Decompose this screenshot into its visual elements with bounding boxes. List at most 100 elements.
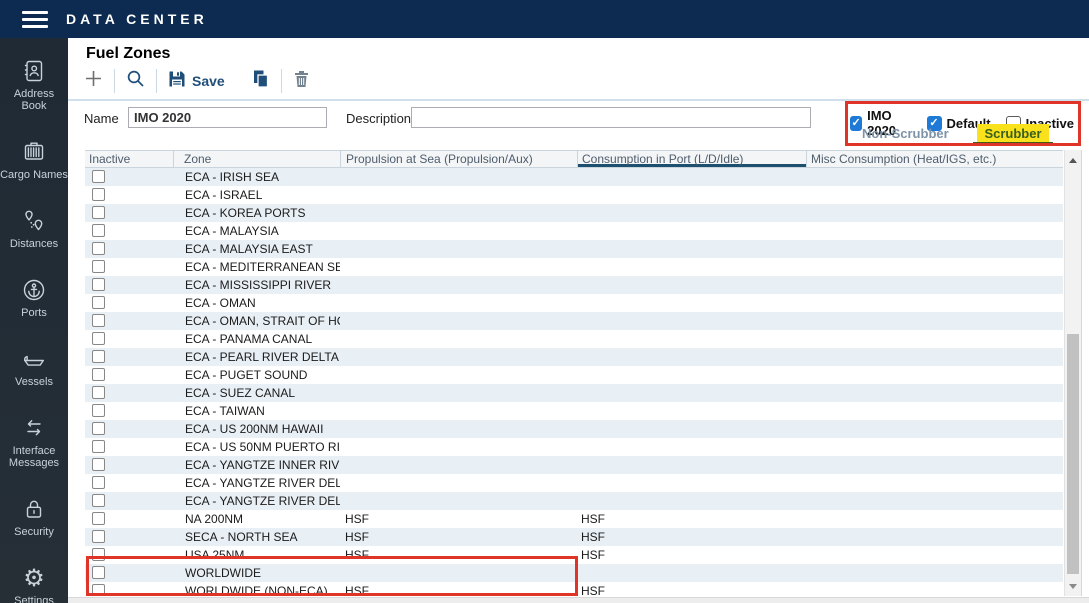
row-inactive-checkbox[interactable] xyxy=(92,296,105,309)
copy-icon xyxy=(251,69,270,93)
column-header-2[interactable]: Propulsion at Sea (Propulsion/Aux) xyxy=(340,151,577,167)
table-row[interactable]: ECA - US 50NM PUERTO RICO xyxy=(85,438,1063,456)
propulsion-cell xyxy=(340,294,577,312)
propulsion-cell: HSF xyxy=(340,510,577,528)
row-inactive-checkbox[interactable] xyxy=(92,386,105,399)
port-cell: HSF xyxy=(577,546,806,564)
sidebar-item-settings[interactable]: ⚙Settings xyxy=(0,565,68,603)
row-inactive-checkbox[interactable] xyxy=(92,440,105,453)
zone-cell: USA 25NM xyxy=(173,546,340,564)
table-row[interactable]: ECA - MEDITERRANEAN SEA xyxy=(85,258,1063,276)
scroll-down-arrow-icon[interactable] xyxy=(1065,578,1081,594)
zone-cell: ECA - MEDITERRANEAN SEA xyxy=(173,258,340,276)
ship-icon xyxy=(21,346,47,372)
port-cell xyxy=(577,294,806,312)
misc-cell xyxy=(806,186,1063,204)
vertical-scrollbar[interactable] xyxy=(1064,150,1082,596)
propulsion-cell xyxy=(340,456,577,474)
sidebar-item-ports[interactable]: Ports xyxy=(0,277,68,319)
table-row[interactable]: ECA - ISRAEL xyxy=(85,186,1063,204)
port-cell xyxy=(577,168,806,186)
row-inactive-checkbox[interactable] xyxy=(92,512,105,525)
scrubber-tab[interactable]: Scrubber xyxy=(977,124,1049,142)
row-inactive-checkbox[interactable] xyxy=(92,188,105,201)
top-app-bar: DATA CENTER xyxy=(0,0,1089,38)
table-row[interactable]: ECA - YANGTZE INNER RIVER xyxy=(85,456,1063,474)
row-inactive-checkbox[interactable] xyxy=(92,260,105,273)
sidebar-item-cargo-names[interactable]: Cargo Names xyxy=(0,139,68,181)
sidebar-item-distances[interactable]: Distances xyxy=(0,208,68,250)
row-inactive-checkbox[interactable] xyxy=(92,170,105,183)
table-row[interactable]: ECA - OMAN xyxy=(85,294,1063,312)
save-button[interactable]: Save xyxy=(168,70,225,93)
column-header-4[interactable]: Misc Consumption (Heat/IGS, etc.) xyxy=(806,151,1063,167)
non-scrubber-tab[interactable]: Non-Scrubber xyxy=(862,126,949,141)
row-inactive-checkbox[interactable] xyxy=(92,530,105,543)
row-inactive-checkbox[interactable] xyxy=(92,278,105,291)
scrollbar-thumb[interactable] xyxy=(1067,334,1079,574)
table-row[interactable]: ECA - SUEZ CANAL xyxy=(85,384,1063,402)
table-row[interactable]: ECA - US 200NM HAWAII xyxy=(85,420,1063,438)
search-button[interactable] xyxy=(126,69,145,93)
misc-cell xyxy=(806,294,1063,312)
inactive-cell xyxy=(85,258,173,276)
misc-cell xyxy=(806,312,1063,330)
row-inactive-checkbox[interactable] xyxy=(92,368,105,381)
bottom-strip xyxy=(68,597,1089,603)
row-inactive-checkbox[interactable] xyxy=(92,332,105,345)
delete-button[interactable] xyxy=(293,70,310,93)
sidebar-item-security[interactable]: Security xyxy=(0,496,68,538)
row-inactive-checkbox[interactable] xyxy=(92,584,105,596)
description-input[interactable] xyxy=(411,107,811,128)
table-row[interactable]: ECA - IRISH SEA xyxy=(85,168,1063,186)
sidebar-item-vessels[interactable]: Vessels xyxy=(0,346,68,388)
name-input[interactable] xyxy=(128,107,327,128)
plus-icon xyxy=(84,69,103,93)
zone-cell: WORLDWIDE (NON-ECA) xyxy=(173,582,340,596)
table-row[interactable]: ECA - PANAMA CANAL xyxy=(85,330,1063,348)
table-row[interactable]: NA 200NMHSFHSF xyxy=(85,510,1063,528)
table-row[interactable]: ECA - KOREA PORTS xyxy=(85,204,1063,222)
table-row[interactable]: ECA - YANGTZE RIVER DELTA 1OCT xyxy=(85,492,1063,510)
table-row[interactable]: ECA - OMAN, STRAIT OF HORMUZ xyxy=(85,312,1063,330)
table-row[interactable]: ECA - TAIWAN xyxy=(85,402,1063,420)
row-inactive-checkbox[interactable] xyxy=(92,476,105,489)
row-inactive-checkbox[interactable] xyxy=(92,224,105,237)
table-row[interactable]: WORLDWIDE (NON-ECA)HSFHSF xyxy=(85,582,1063,596)
checkbox-checked-icon[interactable]: ✓ xyxy=(850,116,862,131)
row-inactive-checkbox[interactable] xyxy=(92,494,105,507)
row-inactive-checkbox[interactable] xyxy=(92,548,105,561)
misc-cell xyxy=(806,528,1063,546)
column-header-3[interactable]: Consumption in Port (L/D/Idle) xyxy=(577,151,806,167)
table-row[interactable]: SECA - NORTH SEAHSFHSF xyxy=(85,528,1063,546)
scroll-up-arrow-icon[interactable] xyxy=(1065,152,1081,168)
row-inactive-checkbox[interactable] xyxy=(92,206,105,219)
port-cell: HSF xyxy=(577,582,806,596)
row-inactive-checkbox[interactable] xyxy=(92,350,105,363)
column-header-1[interactable]: Zone xyxy=(173,151,340,167)
add-button[interactable] xyxy=(84,69,103,93)
row-inactive-checkbox[interactable] xyxy=(92,404,105,417)
row-inactive-checkbox[interactable] xyxy=(92,566,105,579)
sidebar-item-interface-messages[interactable]: Interface Messages xyxy=(0,415,68,469)
table-row[interactable]: WORLDWIDE xyxy=(85,564,1063,582)
row-inactive-checkbox[interactable] xyxy=(92,422,105,435)
table-row[interactable]: ECA - YANGTZE RIVER DELTA xyxy=(85,474,1063,492)
table-row[interactable]: USA 25NMHSFHSF xyxy=(85,546,1063,564)
row-inactive-checkbox[interactable] xyxy=(92,242,105,255)
sidebar-item-address-book[interactable]: Address Book xyxy=(0,58,68,112)
cargo-names-icon xyxy=(21,139,47,165)
arrows-exchange-icon xyxy=(21,415,47,441)
row-inactive-checkbox[interactable] xyxy=(92,314,105,327)
copy-button[interactable] xyxy=(251,69,270,93)
row-inactive-checkbox[interactable] xyxy=(92,458,105,471)
table-row[interactable]: ECA - MALAYSIA xyxy=(85,222,1063,240)
hamburger-menu-icon[interactable] xyxy=(22,11,48,28)
table-row[interactable]: ECA - MISSISSIPPI RIVER xyxy=(85,276,1063,294)
port-cell: HSF xyxy=(577,528,806,546)
table-row[interactable]: ECA - MALAYSIA EAST xyxy=(85,240,1063,258)
table-row[interactable]: ECA - PUGET SOUND xyxy=(85,366,1063,384)
inactive-cell xyxy=(85,564,173,582)
table-row[interactable]: ECA - PEARL RIVER DELTA xyxy=(85,348,1063,366)
column-header-0[interactable]: Inactive xyxy=(85,151,173,167)
